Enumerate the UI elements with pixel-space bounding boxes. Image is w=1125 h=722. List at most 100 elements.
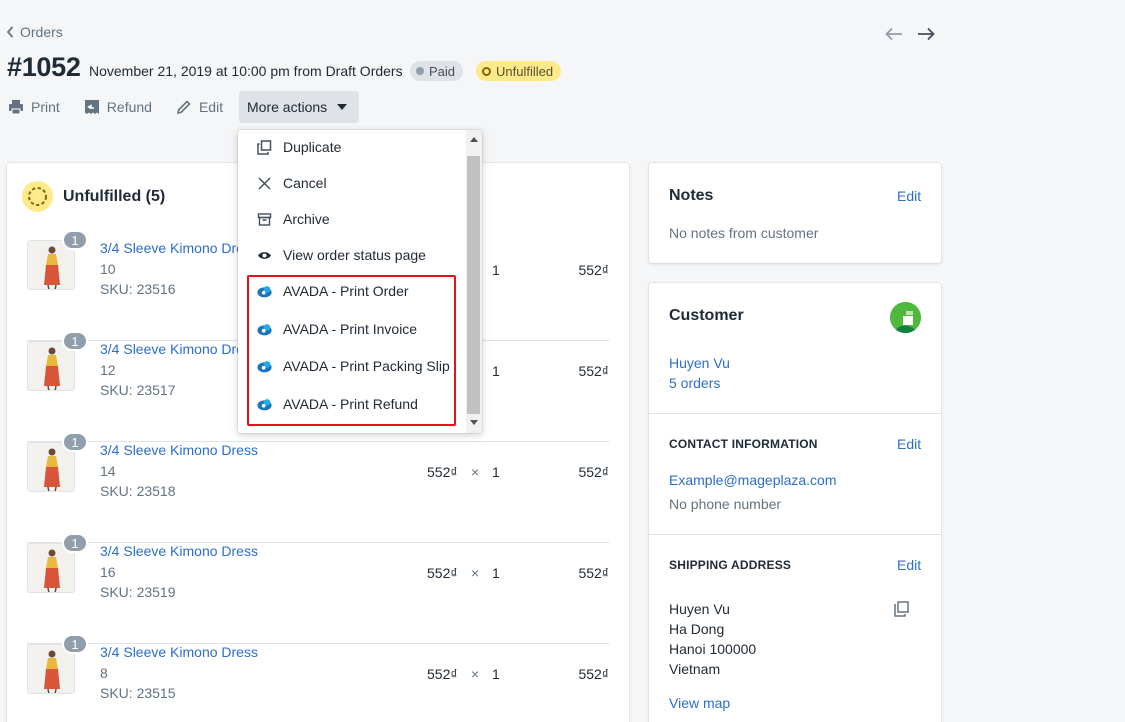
product-name-link[interactable]: 3/4 Sleeve Kimono Dress: [100, 442, 258, 458]
scroll-up-arrow-icon[interactable]: [468, 134, 480, 144]
printer-icon: [9, 100, 23, 115]
shipping-edit-link[interactable]: Edit: [897, 557, 921, 573]
multiply-sign: ×: [471, 464, 480, 480]
quantity-badge: 1: [62, 331, 88, 351]
menu-item-label: AVADA - Print Invoice: [283, 321, 418, 337]
copy-address-button[interactable]: [893, 601, 910, 620]
product-variant: 10: [100, 261, 116, 277]
avada-logo-icon: [257, 323, 272, 335]
product-variant: 8: [100, 665, 108, 681]
product-sku: SKU: 23516: [100, 281, 176, 297]
eye-icon: [258, 251, 271, 259]
avada-logo-icon: [257, 360, 272, 372]
unit-price: 552₫: [427, 565, 458, 581]
next-order-button[interactable]: [916, 25, 936, 43]
product-name-link[interactable]: 3/4 Sleeve Kimono Dress: [100, 644, 258, 660]
line-total: 552₫: [578, 666, 609, 682]
line-quantity: 1: [492, 666, 500, 682]
customer-name-link[interactable]: Huyen Vu: [669, 355, 730, 371]
line-total: 552₫: [578, 565, 609, 581]
page-title: #1052: [7, 52, 81, 82]
unfulfilled-title: Unfulfilled (5): [63, 187, 166, 205]
product-variant: 16: [100, 564, 116, 580]
product-name-link[interactable]: 3/4 Sleeve Kimono Dress: [100, 240, 258, 256]
payment-status-badge: Paid: [410, 61, 464, 81]
contact-edit-link[interactable]: Edit: [897, 436, 921, 452]
notes-title: Notes: [669, 187, 714, 204]
menu-item-label: Cancel: [283, 175, 327, 191]
fulfillment-status-badge: Unfulfilled: [476, 61, 562, 81]
customer-email-link[interactable]: Example@mageplaza.com: [669, 472, 837, 488]
duplicate-icon: [257, 139, 272, 155]
copy-icon: [894, 601, 909, 617]
product-variant: 12: [100, 362, 116, 378]
address-line: Vietnam: [669, 661, 721, 677]
more-actions-button[interactable]: More actions: [239, 91, 359, 123]
menu-item-avada-print-packing-slip[interactable]: AVADA - Print Packing Slip: [238, 348, 464, 384]
product-name-link[interactable]: 3/4 Sleeve Kimono Dress: [100, 341, 258, 357]
product-sku: SKU: 23517: [100, 382, 176, 398]
view-map-link[interactable]: View map: [669, 695, 730, 711]
refund-button[interactable]: Refund: [84, 99, 152, 115]
multiply-sign: ×: [471, 666, 480, 682]
line-quantity: 1: [492, 262, 500, 278]
menu-item-label: AVADA - Print Order: [283, 283, 409, 299]
menu-item-view-order-status[interactable]: View order status page: [238, 237, 464, 273]
quantity-badge: 1: [62, 533, 88, 553]
line-quantity: 1: [492, 565, 500, 581]
address-line: Hanoi 100000: [669, 641, 757, 657]
dropdown-scroll-thumb[interactable]: [467, 156, 480, 414]
customer-orders-link[interactable]: 5 orders: [669, 375, 720, 391]
unfulfilled-icon: [22, 181, 53, 212]
previous-order-button[interactable]: [884, 25, 904, 43]
menu-item-archive[interactable]: Archive: [238, 201, 464, 237]
archive-icon: [257, 212, 272, 226]
menu-item-avada-print-order[interactable]: AVADA - Print Order: [238, 273, 464, 309]
status-ring-icon: [482, 66, 491, 76]
contact-information-title: CONTACT INFORMATION: [669, 437, 818, 451]
print-label: Print: [31, 99, 60, 115]
address-line: Ha Dong: [669, 621, 725, 637]
menu-item-label: AVADA - Print Packing Slip: [283, 358, 450, 374]
status-dot-icon: [416, 67, 424, 75]
menu-item-label: AVADA - Print Refund: [283, 396, 418, 412]
edit-order-button[interactable]: Edit: [176, 99, 223, 115]
menu-item-label: Archive: [283, 211, 330, 227]
menu-item-label: Duplicate: [283, 139, 342, 155]
avada-logo-icon: [257, 285, 272, 297]
refund-receipt-icon: [84, 100, 99, 114]
multiply-sign: ×: [471, 565, 480, 581]
avatar: [890, 302, 921, 333]
edit-label: Edit: [198, 99, 224, 115]
scroll-down-arrow-icon[interactable]: [468, 417, 480, 427]
order-date: November 21, 2019 at 10:00 pm from Draft…: [89, 63, 403, 79]
line-item-row: 1 3/4 Sleeve Kimono Dress 8 SKU: 23515 552₫ ×…: [27, 634, 609, 722]
order-pagination: [884, 25, 936, 43]
chevron-left-icon: [6, 26, 14, 38]
order-actions-toolbar: Print Refund Edit: [8, 92, 247, 122]
line-total: 552₫: [578, 262, 609, 278]
arrow-left-icon: [885, 27, 902, 41]
unit-price: 552₫: [427, 666, 458, 682]
notes-card: [649, 163, 941, 263]
breadcrumb-label: Orders: [20, 24, 63, 40]
fulfillment-status-label: Unfulfilled: [496, 63, 554, 79]
menu-item-cancel[interactable]: Cancel: [238, 165, 464, 201]
menu-item-avada-print-refund[interactable]: AVADA - Print Refund: [238, 386, 464, 422]
notes-edit-link[interactable]: Edit: [897, 188, 921, 204]
more-actions-label: More actions: [247, 99, 328, 115]
print-button[interactable]: Print: [8, 99, 60, 115]
divider: [649, 413, 941, 414]
menu-item-label: View order status page: [283, 247, 426, 263]
arrow-right-icon: [918, 27, 935, 41]
menu-item-duplicate[interactable]: Duplicate: [238, 130, 464, 165]
menu-item-avada-print-invoice[interactable]: AVADA - Print Invoice: [238, 311, 464, 347]
more-actions-dropdown: Duplicate Cancel Archive View order stat…: [238, 130, 482, 433]
notes-text: No notes from customer: [669, 225, 819, 241]
avada-logo-icon: [257, 398, 272, 410]
breadcrumb-orders[interactable]: Orders: [6, 24, 63, 40]
line-item-row: 1 3/4 Sleeve Kimono Dress 14 SKU: 23518 552₫…: [27, 432, 609, 543]
product-variant: 14: [100, 463, 116, 479]
line-total: 552₫: [578, 363, 609, 379]
product-name-link[interactable]: 3/4 Sleeve Kimono Dress: [100, 543, 258, 559]
